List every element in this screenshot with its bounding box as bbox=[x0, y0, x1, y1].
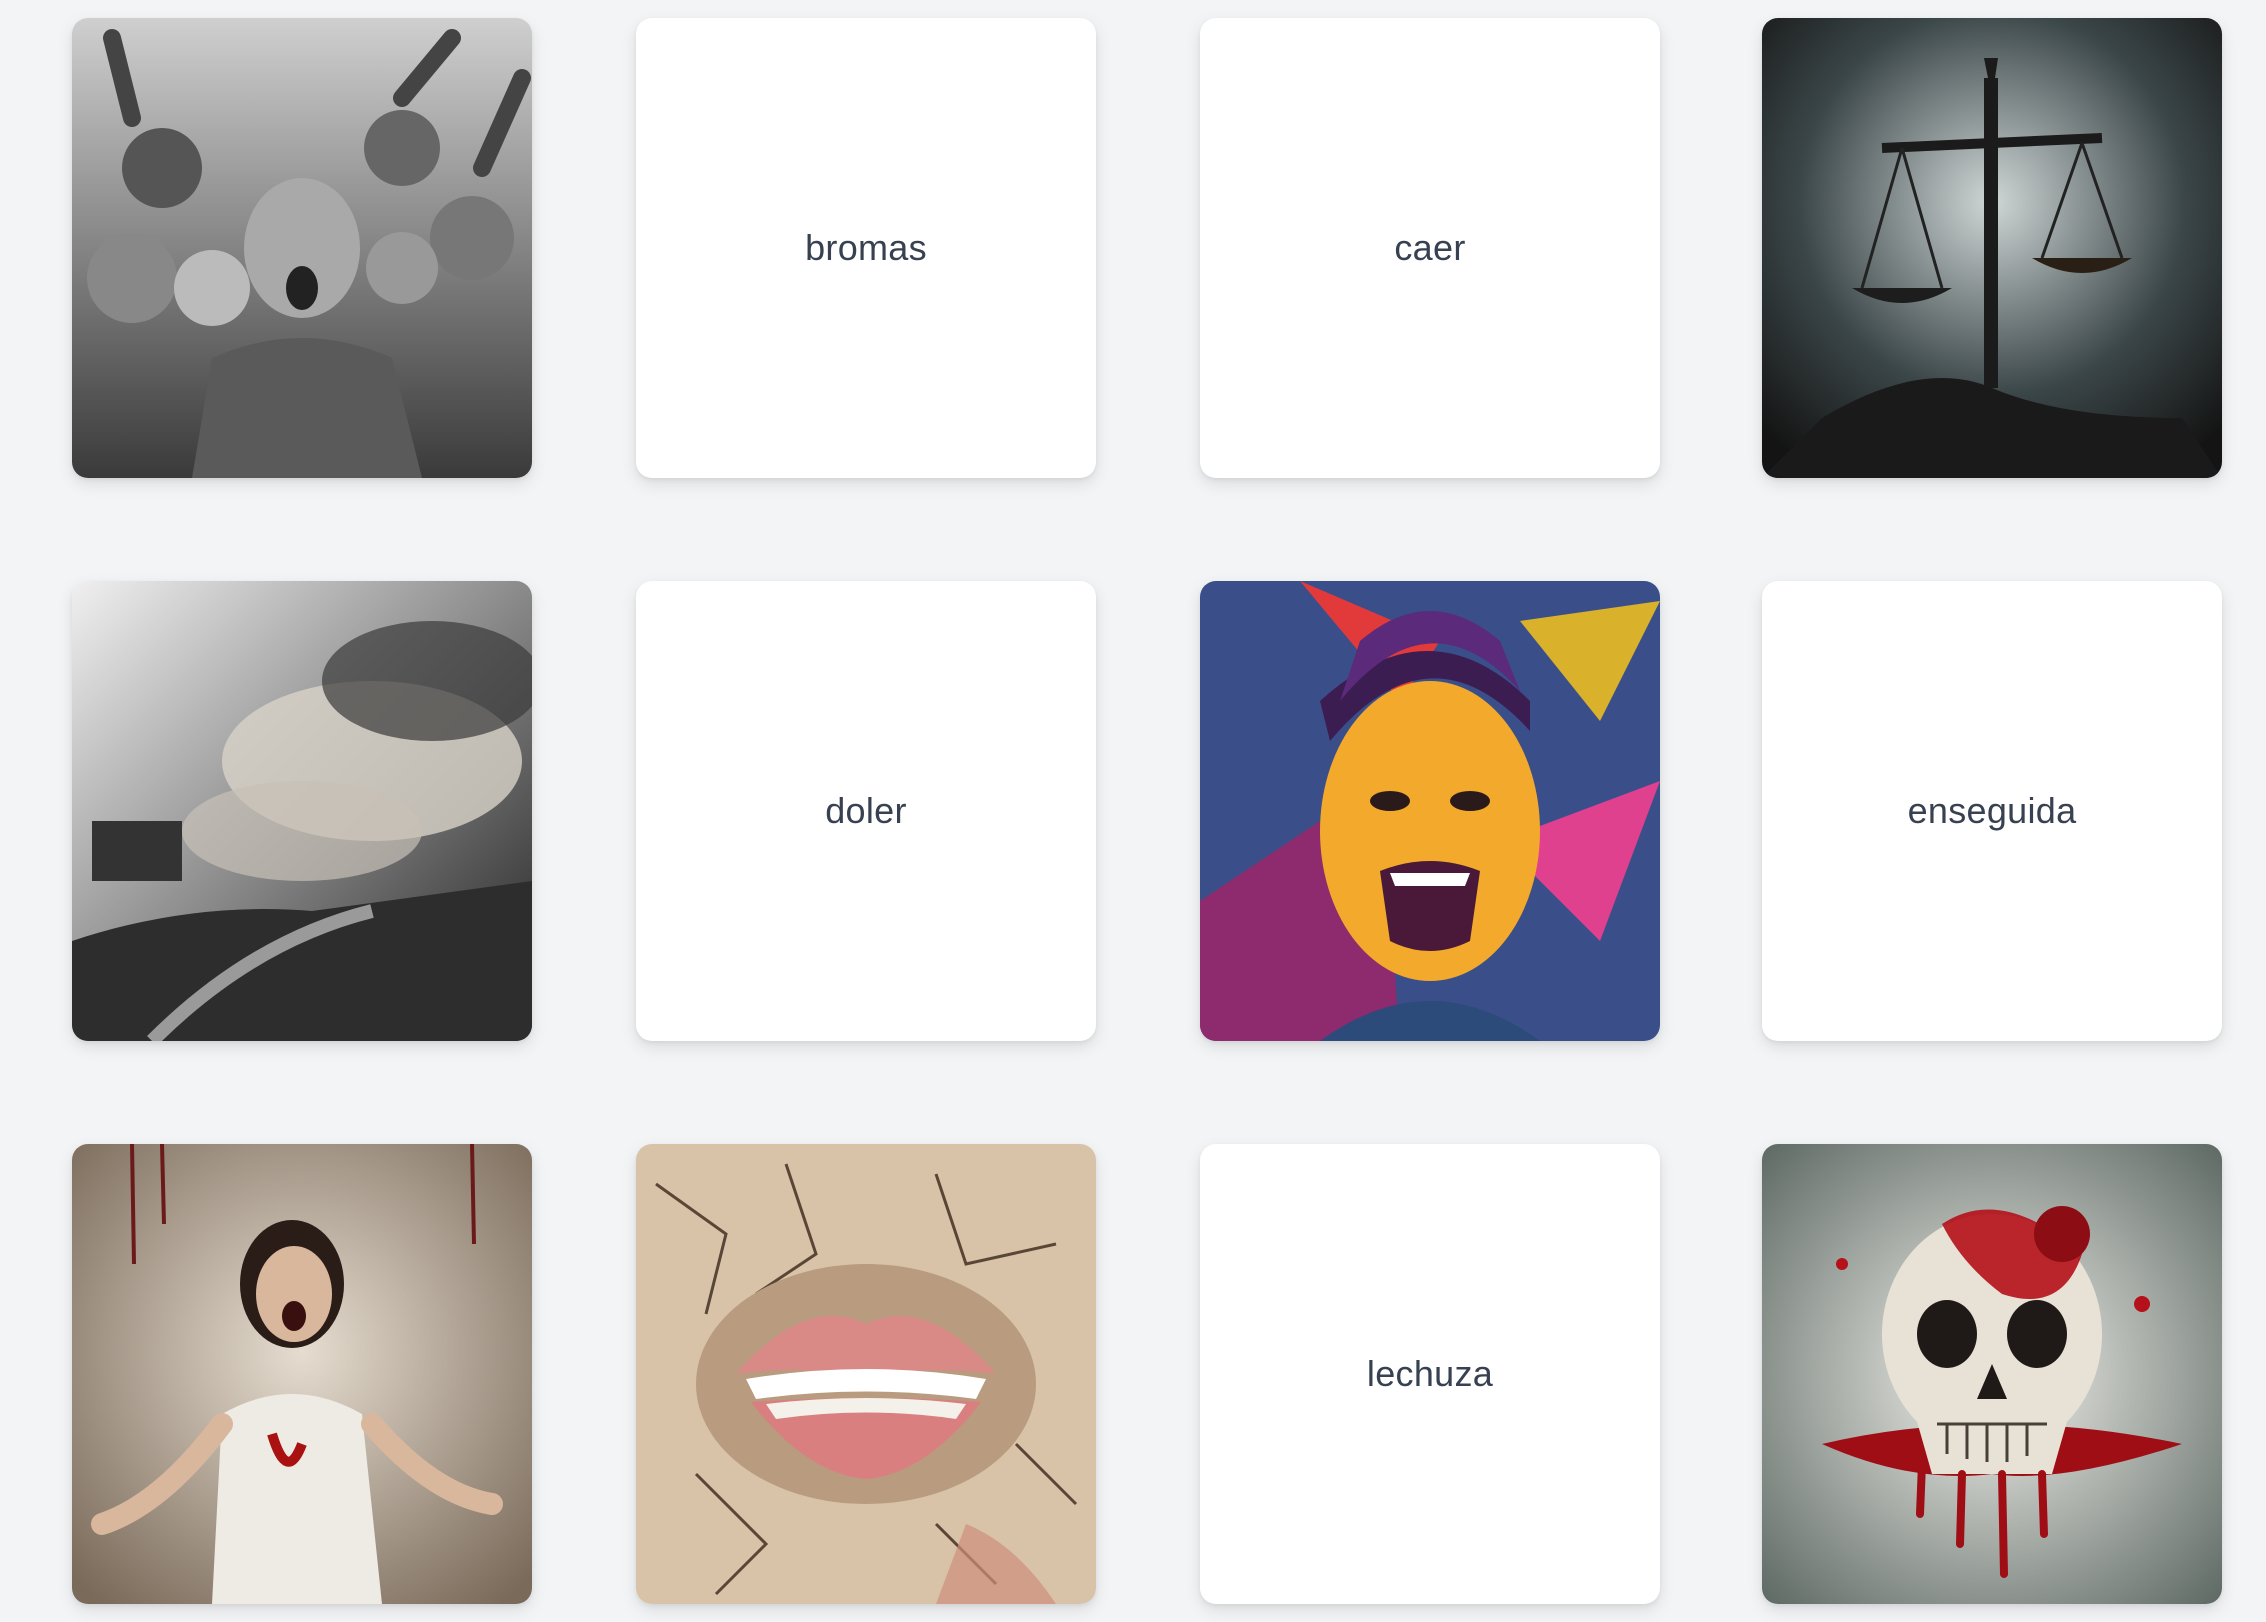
card-word-label: bromas bbox=[805, 227, 927, 268]
card-word-label: doler bbox=[825, 790, 907, 831]
card-image-crowd[interactable] bbox=[72, 18, 532, 478]
card-image-lips[interactable] bbox=[636, 1144, 1096, 1604]
card-image-screaming-woman[interactable] bbox=[72, 1144, 532, 1604]
crowd-screaming-image bbox=[72, 18, 532, 478]
card-word-label: caer bbox=[1394, 227, 1466, 268]
scales-storm-image bbox=[1762, 18, 2222, 478]
card-image-scales[interactable] bbox=[1762, 18, 2222, 478]
bloody-skull-image bbox=[1762, 1144, 2222, 1604]
card-image-angry-man[interactable] bbox=[1200, 581, 1660, 1041]
card-word[interactable]: doler bbox=[636, 581, 1096, 1041]
memory-card-grid: bromas caer doler enseguida lechuza bbox=[0, 0, 2266, 1622]
card-word[interactable]: bromas bbox=[636, 18, 1096, 478]
card-image-skull[interactable] bbox=[1762, 1144, 2222, 1604]
card-word-label: lechuza bbox=[1366, 1353, 1494, 1394]
angry-man-pop-art-image bbox=[1200, 581, 1660, 1041]
card-image-storm[interactable] bbox=[72, 581, 532, 1041]
screaming-woman-image bbox=[72, 1144, 532, 1604]
card-word[interactable]: enseguida bbox=[1762, 581, 2222, 1041]
card-word[interactable]: lechuza bbox=[1200, 1144, 1660, 1604]
card-word[interactable]: caer bbox=[1200, 18, 1660, 478]
storm-disaster-image bbox=[72, 581, 532, 1041]
cracked-wall-lips-image bbox=[636, 1144, 1096, 1604]
card-word-label: enseguida bbox=[1907, 790, 2077, 831]
